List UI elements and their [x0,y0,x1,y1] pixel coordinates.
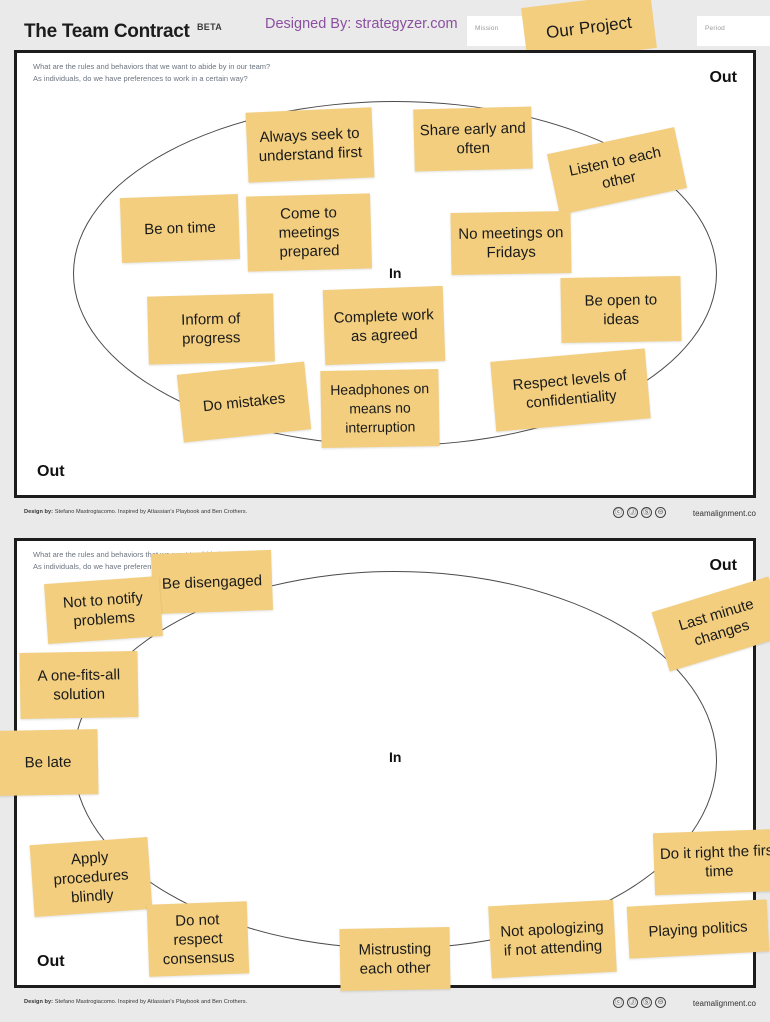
website-link-bottom[interactable]: teamalignment.co [693,999,756,1008]
cc-nc-icon: Ⓢ [641,997,652,1008]
sticky-note[interactable]: Come to meetings prepared [246,193,372,272]
credit-prefix-bottom: Design by: [24,999,54,1005]
sticky-note[interactable]: Mistrusting each other [339,927,451,991]
designed-by-link[interactable]: Designed By: strategyzer.com [265,16,458,32]
sticky-note[interactable]: Share early and often [413,106,533,172]
out-label-bottom-canvas-right: Out [709,557,737,574]
website-link-top[interactable]: teamalignment.co [693,509,756,518]
credit-text-top: Design by: Stefano Mastrogiacomo. Inspir… [24,509,247,515]
sticky-note[interactable]: Not to notify problems [44,576,163,644]
beta-badge: BETA [197,22,223,32]
sticky-note[interactable]: Always seek to understand first [245,107,375,183]
sticky-note[interactable]: Do it right the first time [652,828,770,896]
question-line-1: What are the rules and behaviors that we… [33,62,271,71]
mission-label: Mission [475,25,499,32]
out-label-top-right: Out [709,69,737,86]
sticky-note[interactable]: Respect levels of confidentiality [490,348,651,432]
cc-nd-icon: ⊝ [655,997,666,1008]
sticky-note[interactable]: Inform of progress [147,293,275,365]
question-line-2: As individuals, do we have preferences t… [33,74,248,83]
page-header: The Team Contract BETA Designed By: stra… [0,0,770,64]
page-title: The Team Contract [24,21,190,42]
sticky-note[interactable]: Be disengaged [150,549,274,615]
sticky-note[interactable]: Do not respect consensus [146,901,250,977]
period-label: Period [705,25,725,32]
in-label-top: In [389,265,402,281]
sticky-note[interactable]: Playing politics [626,899,770,959]
sticky-note[interactable]: Not apologizing if not attending [488,899,617,979]
footer-bottom: Design by: Stefano Mastrogiacomo. Inspir… [14,995,756,1017]
cc-by-icon: Ⓙ [627,997,638,1008]
sticky-note[interactable]: Be late [0,729,99,796]
footer-top: Design by: Stefano Mastrogiacomo. Inspir… [14,505,756,527]
cc-nd-icon: ⊝ [655,507,666,518]
cc-by-icon: Ⓙ [627,507,638,518]
sticky-note[interactable]: Do mistakes [176,361,312,443]
sticky-note[interactable]: Be open to ideas [560,275,682,344]
credit-body-bottom: Stefano Mastrogiacomo. Inspired by Atlas… [54,999,248,1005]
cc-icon: ⓒ [613,507,624,518]
team-contract-page: The Team Contract BETA Designed By: stra… [0,0,770,1022]
sticky-note[interactable]: Headphones on means no interruption [320,368,440,449]
sticky-note[interactable]: No meetings on Fridays [450,210,572,276]
in-label-bottom: In [389,749,402,765]
canvas-questions-top: What are the rules and behaviors that we… [33,61,270,85]
period-input[interactable]: Period [697,16,770,46]
credit-text-bottom: Design by: Stefano Mastrogiacomo. Inspir… [24,999,247,1005]
cc-license-badges-bottom: ⓒ Ⓙ Ⓢ ⊝ [613,997,666,1008]
cc-icon: ⓒ [613,997,624,1008]
cc-nc-icon: Ⓢ [641,507,652,518]
out-label-bottom-canvas-left: Out [37,953,65,970]
out-label-bottom-left: Out [37,463,65,480]
sticky-note[interactable]: Complete work as agreed [322,285,446,366]
sticky-note[interactable]: A one-fits-all solution [19,650,139,720]
sticky-note[interactable]: Apply procedures blindly [29,836,153,918]
cc-license-badges-top: ⓒ Ⓙ Ⓢ ⊝ [613,507,666,518]
credit-body-top: Stefano Mastrogiacomo. Inspired by Atlas… [54,509,248,515]
credit-prefix-top: Design by: [24,509,54,515]
sticky-note[interactable]: Be on time [119,193,241,264]
